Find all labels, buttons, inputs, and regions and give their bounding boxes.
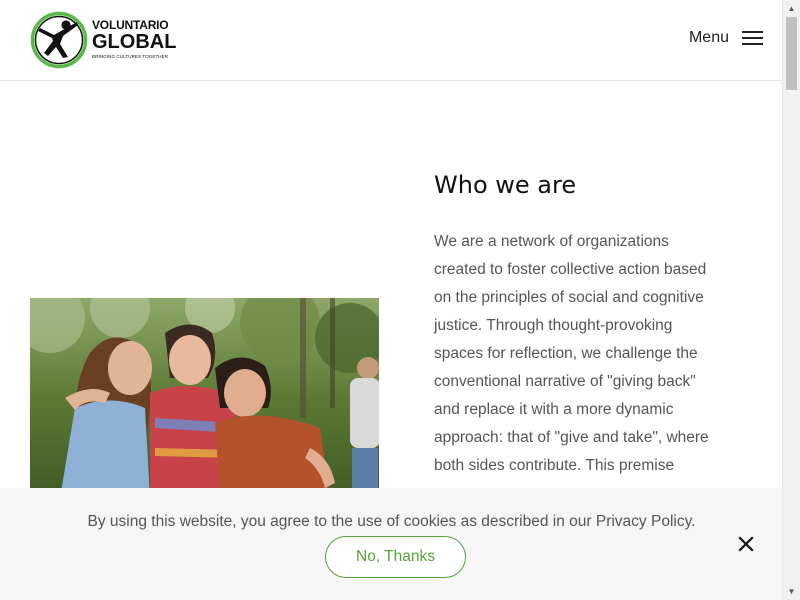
volunteers-photo — [30, 298, 379, 498]
site-logo[interactable]: VOLUNTARIO GLOBAL BRINGING CULTURES TOGE… — [30, 11, 176, 69]
body-line: spaces for reflection, we challenge the — [434, 345, 698, 362]
body-line: on the principles of social and cognitiv… — [434, 289, 704, 306]
close-icon[interactable] — [736, 534, 756, 554]
logo-line-global: GLOBAL — [92, 30, 177, 53]
scroll-down-arrow-icon[interactable]: ▼ — [783, 583, 800, 600]
logo-line-voluntario: VOLUNTARIO — [92, 17, 169, 32]
menu-label: Menu — [688, 29, 729, 46]
scroll-up-arrow-icon[interactable]: ▲ — [783, 0, 800, 17]
cookie-notice-text: By using this website, you agree to the … — [87, 513, 696, 530]
body-line: approach: that of "give and take", where — [434, 429, 709, 446]
page: VOLUNTARIO GLOBAL BRINGING CULTURES TOGE… — [0, 0, 800, 600]
site-header: VOLUNTARIO GLOBAL BRINGING CULTURES TOGE… — [0, 0, 783, 81]
logo-tagline: BRINGING CULTURES TOGETHER — [92, 53, 169, 59]
body-line: both sides contribute. This premise — [434, 457, 675, 474]
body-line: We are a network of organizations — [434, 233, 669, 250]
body-line: conventional narrative of "giving back" — [434, 373, 696, 390]
hamburger-icon — [742, 30, 763, 46]
vertical-scrollbar[interactable]: ▲ ▼ — [782, 0, 800, 600]
menu-button[interactable]: Menu — [689, 29, 763, 47]
section-heading: Who we are — [434, 171, 577, 199]
cookie-banner: By using this website, you agree to the … — [0, 488, 783, 600]
body-line: created to foster collective action base… — [434, 261, 707, 278]
no-thanks-button[interactable]: No, Thanks — [325, 536, 466, 578]
logo-figure-icon — [30, 11, 88, 69]
section-body: We are a network of organizations create… — [434, 228, 734, 480]
body-line: justice. Through thought-provoking — [434, 317, 673, 334]
scrollbar-thumb[interactable] — [786, 17, 797, 90]
body-line: and replace it with a more dynamic — [434, 401, 674, 418]
